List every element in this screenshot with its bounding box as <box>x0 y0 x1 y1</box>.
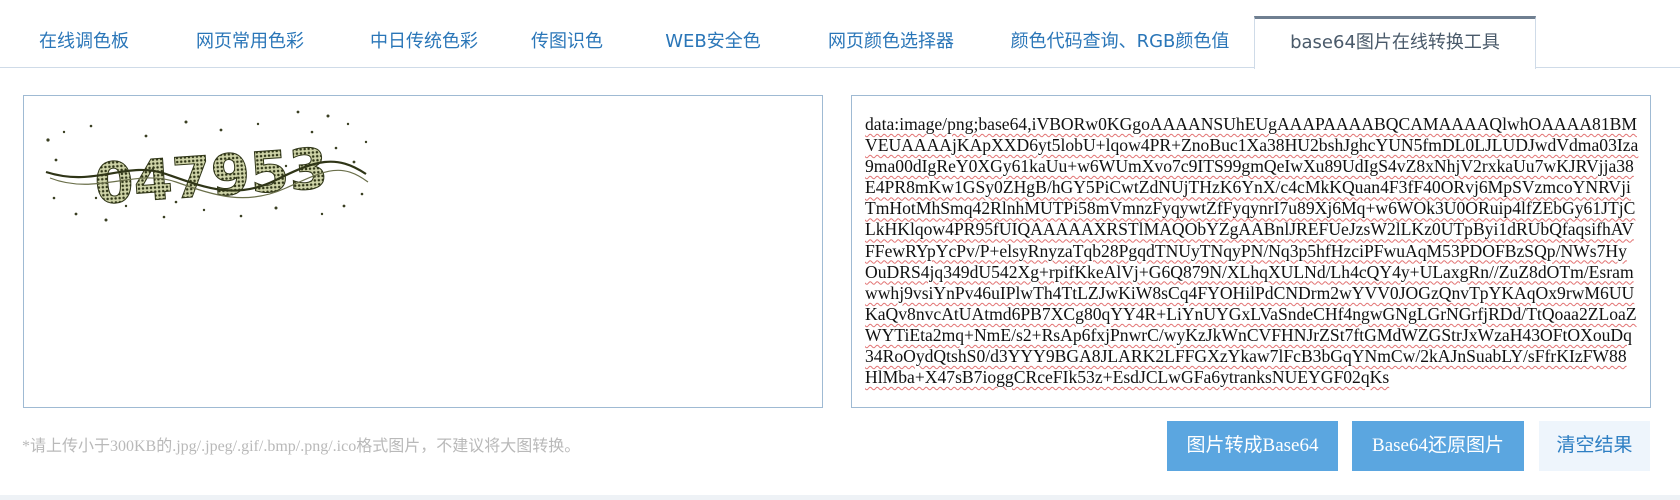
tab-common-web-colors[interactable]: 网页常用色彩 <box>178 16 322 68</box>
upload-hint: *请上传小于300KB的.jpg/.jpeg/.gif/.bmp/.png/.i… <box>22 438 581 455</box>
tab-web-color-selector[interactable]: 网页颜色选择器 <box>810 16 972 68</box>
base64-output-text: data:image/png;base64,iVBORw0KGgoAAAANSU… <box>865 114 1639 388</box>
captcha-image: 047953 <box>45 110 369 222</box>
image-to-base64-button[interactable]: 图片转成Base64 <box>1167 421 1338 471</box>
captcha-digits: 047953 <box>92 137 330 218</box>
tab-traditional-colors[interactable]: 中日传统色彩 <box>352 16 496 68</box>
tab-color-code-lookup[interactable]: 颜色代码查询、RGB颜色值 <box>996 16 1244 68</box>
tab-bar: 在线调色板 网页常用色彩 中日传统色彩 传图识色 WEB安全色 网页颜色选择器 … <box>0 0 1680 69</box>
tab-web-safe-colors[interactable]: WEB安全色 <box>648 16 778 68</box>
image-preview-panel[interactable]: 047953 <box>23 95 823 408</box>
divider <box>0 495 1680 500</box>
base64-output-textarea[interactable]: data:image/png;base64,iVBORw0KGgoAAAANSU… <box>851 95 1651 408</box>
tab-color-palette[interactable]: 在线调色板 <box>20 16 148 68</box>
clear-results-button[interactable]: 清空结果 <box>1539 421 1650 471</box>
tab-base64-converter[interactable]: base64图片在线转换工具 <box>1254 16 1536 69</box>
base64-to-image-button[interactable]: Base64还原图片 <box>1352 421 1524 471</box>
tab-image-color-picker[interactable]: 传图识色 <box>522 16 612 68</box>
